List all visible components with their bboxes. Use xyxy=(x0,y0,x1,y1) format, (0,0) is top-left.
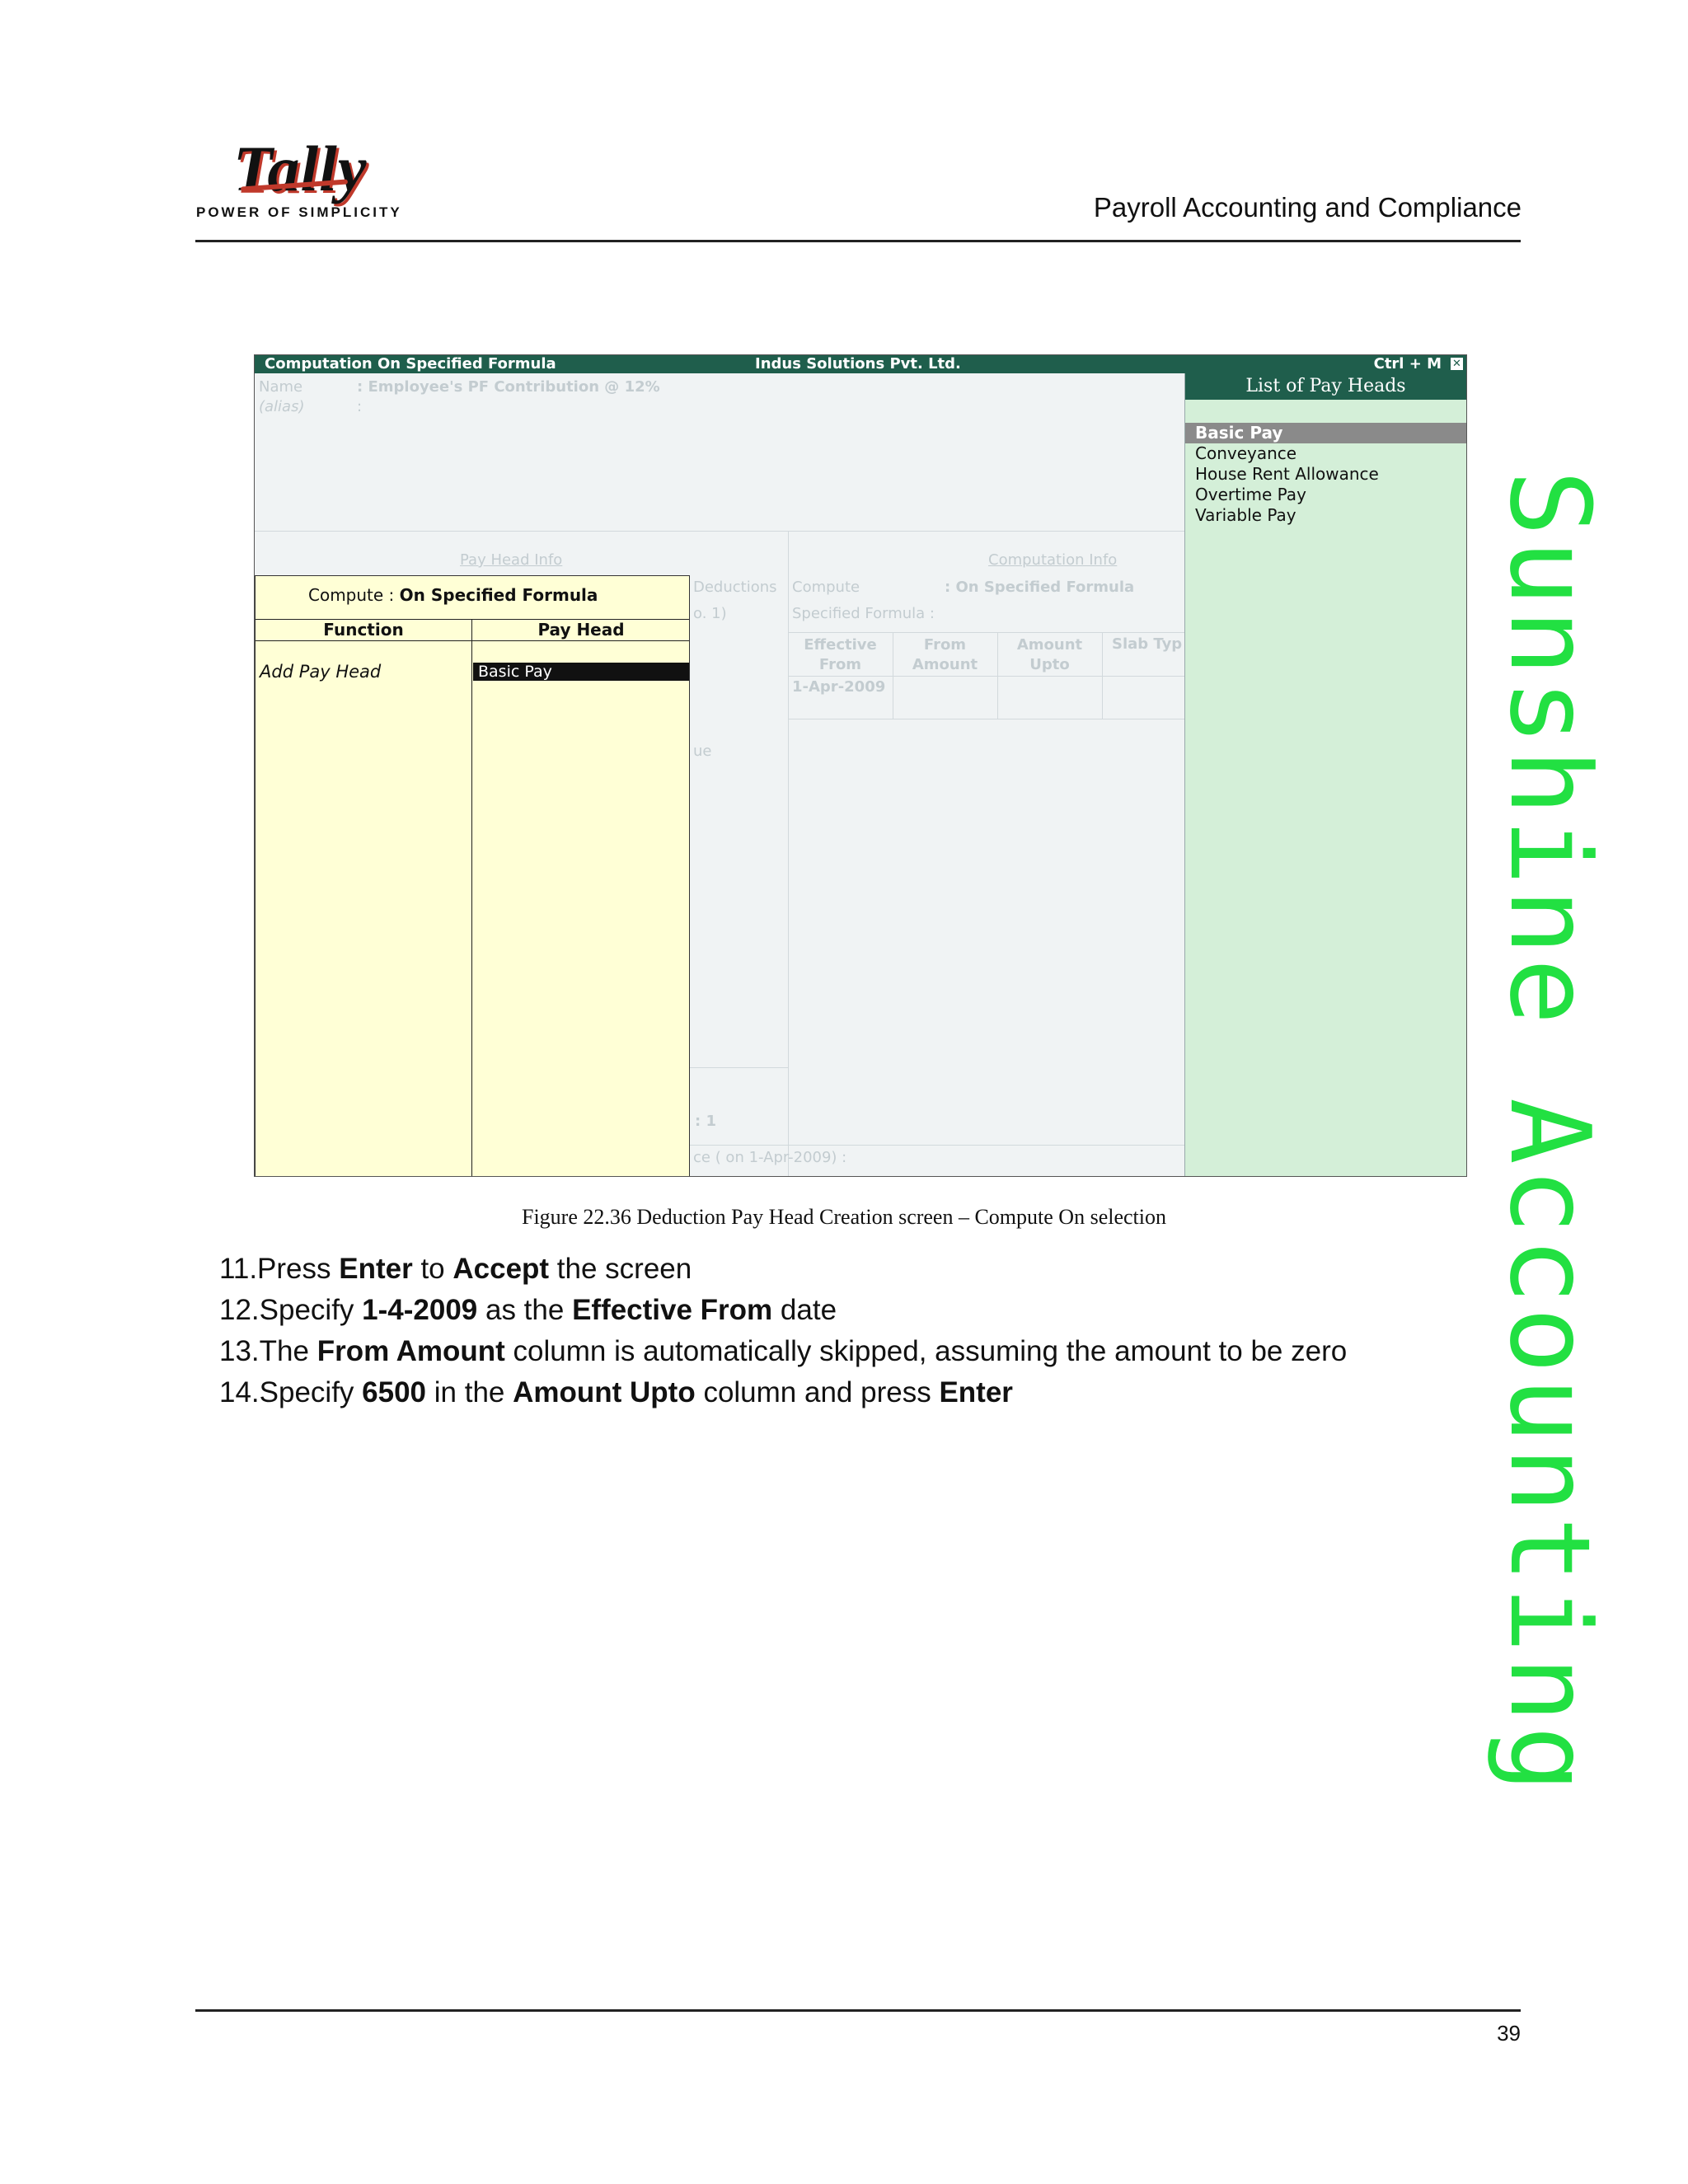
pay-heads-list-title: List of Pay Heads xyxy=(1185,373,1466,400)
computation-info-heading: Computation Info xyxy=(988,551,1118,569)
function-cell[interactable]: Add Pay Head xyxy=(260,662,381,682)
tally-logo: Tally xyxy=(233,133,368,204)
window-title: Computation On Specified Formula xyxy=(265,355,556,373)
header-divider xyxy=(195,240,1521,242)
tally-screenshot: Computation On Specified Formula Indus S… xyxy=(254,354,1467,1177)
form-divider-bottom xyxy=(690,1145,1184,1146)
alias-value: : xyxy=(357,398,363,415)
pay-heads-list-panel: List of Pay Heads Basic Pay Conveyance H… xyxy=(1184,373,1466,1176)
popup-compute-value: On Specified Formula xyxy=(399,585,598,605)
window-titlebar: Computation On Specified Formula Indus S… xyxy=(255,355,1466,373)
form-divider xyxy=(255,531,1184,532)
slab-col-from-amount: From Amount xyxy=(912,636,978,673)
popup-col-function: Function xyxy=(323,620,404,640)
popup-compute-line: Compute : On Specified Formula xyxy=(308,585,598,605)
figure-caption: Figure 22.36 Deduction Pay Head Creation… xyxy=(522,1205,1166,1229)
shortcut-label: Ctrl + M xyxy=(1373,355,1442,373)
popup-col-pay-head: Pay Head xyxy=(537,620,625,640)
slab-table-header-rule xyxy=(788,676,1184,677)
ue-text: ue xyxy=(693,743,712,760)
compute-value: : On Specified Formula xyxy=(945,579,1135,596)
slab-col-effective-from: Effective From xyxy=(804,636,877,673)
specified-formula-label: Specified Formula : xyxy=(792,605,935,622)
company-name: Indus Solutions Pvt. Ltd. xyxy=(755,355,961,373)
logo-tagline: POWER OF SIMPLICITY xyxy=(196,204,402,220)
footer-divider xyxy=(195,2009,1521,2012)
close-icon[interactable]: ✕ xyxy=(1451,358,1463,370)
step-13: 13.The From Amount column is automatical… xyxy=(219,1335,1348,1367)
slab-col-slab-type: Slab Typ xyxy=(1112,635,1183,653)
watermark-text: Sunshine Accounting xyxy=(1485,470,1614,1796)
on-date-text: ce ( on 1-Apr-2009) : xyxy=(693,1149,847,1166)
slab-col-amount-upto: Amount Upto xyxy=(1016,636,1083,673)
pay-head-option-basic-pay[interactable]: Basic Pay xyxy=(1185,423,1466,443)
paren-text: o. 1) xyxy=(693,605,727,622)
pay-head-info-heading: Pay Head Info xyxy=(460,551,563,569)
form-column-divider xyxy=(788,531,789,1176)
deductions-text: Deductions xyxy=(693,579,777,596)
slab-first-date: 1-Apr-2009 xyxy=(792,678,886,696)
slab-col-divider xyxy=(997,632,998,719)
step-12: 12.Specify 1-4-2009 as the Effective Fro… xyxy=(219,1294,837,1326)
compute-formula-popup: Compute : On Specified Formula Function … xyxy=(255,575,690,1176)
name-label: Name xyxy=(259,378,303,396)
page-header-title: Payroll Accounting and Compliance xyxy=(1093,192,1522,223)
alias-label: (alias) xyxy=(259,398,305,415)
popup-column-divider xyxy=(471,619,472,1176)
instruction-steps: 11.Press Enter to Accept the screen 12.S… xyxy=(219,1249,1347,1413)
pay-head-option-conveyance[interactable]: Conveyance xyxy=(1185,443,1466,464)
step-11: 11.Press Enter to Accept the screen xyxy=(219,1253,692,1285)
page-number: 39 xyxy=(1497,2021,1521,2046)
pay-head-cell-selected[interactable]: Basic Pay xyxy=(473,663,689,681)
compute-label: Compute xyxy=(792,579,860,596)
popup-compute-label: Compute : xyxy=(308,585,395,605)
slab-table-top xyxy=(788,632,1184,633)
pay-head-option-house-rent-allowance[interactable]: House Rent Allowance xyxy=(1185,464,1466,485)
pay-head-option-variable-pay[interactable]: Variable Pay xyxy=(1185,505,1466,526)
slab-col-divider xyxy=(1102,632,1103,719)
popup-header-bottom-rule xyxy=(256,640,689,641)
pay-head-option-overtime-pay[interactable]: Overtime Pay xyxy=(1185,485,1466,505)
count-text: : 1 xyxy=(695,1113,716,1130)
step-14: 14.Specify 6500 in the Amount Upto colum… xyxy=(219,1376,1013,1408)
name-value: : Employee's PF Contribution @ 12% xyxy=(357,378,660,396)
